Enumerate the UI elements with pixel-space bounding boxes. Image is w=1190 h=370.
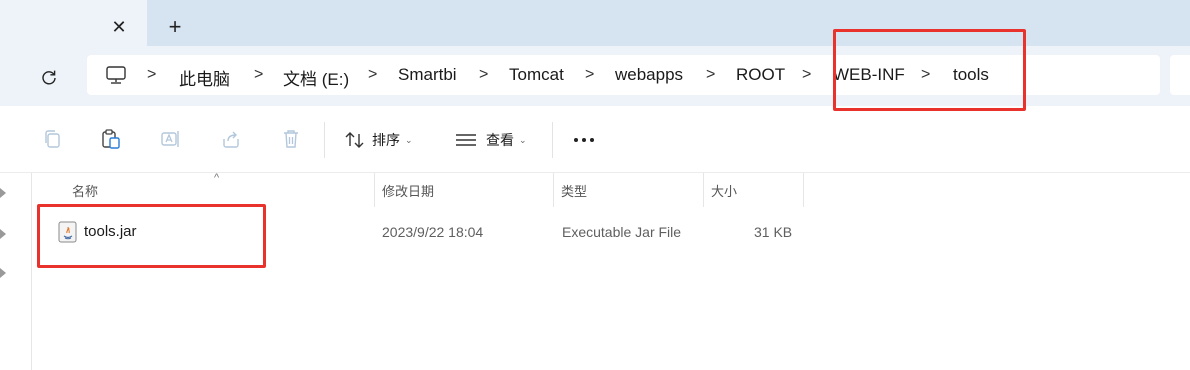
breadcrumb-web-inf[interactable]: WEB-INF bbox=[833, 65, 905, 85]
column-header-label: 类型 bbox=[561, 183, 588, 199]
column-header-label: 名称 bbox=[72, 183, 99, 199]
breadcrumb-smartbi[interactable]: Smartbi bbox=[398, 65, 457, 85]
delete-icon[interactable] bbox=[279, 127, 303, 151]
breadcrumb-separator[interactable]: > bbox=[706, 66, 715, 84]
breadcrumb-tools[interactable]: tools bbox=[953, 65, 989, 85]
view-icon bbox=[456, 134, 476, 146]
breadcrumb-separator[interactable]: > bbox=[921, 66, 930, 84]
refresh-button[interactable] bbox=[34, 62, 64, 92]
expand-chevron-icon[interactable] bbox=[0, 228, 10, 240]
breadcrumb-separator[interactable]: > bbox=[147, 66, 156, 84]
toolbar-divider bbox=[552, 122, 553, 158]
refresh-icon bbox=[42, 70, 56, 85]
expand-chevron-icon[interactable] bbox=[0, 267, 10, 279]
breadcrumb-separator[interactable]: > bbox=[585, 66, 594, 84]
file-modified-date: 2023/9/22 18:04 bbox=[382, 224, 484, 240]
more-icon bbox=[574, 138, 594, 142]
navigation-pane bbox=[0, 173, 32, 370]
java-jar-file-icon bbox=[58, 221, 77, 243]
sort-label: 排序 bbox=[372, 132, 400, 148]
chevron-down-icon: ⌄ bbox=[519, 134, 527, 145]
plus-icon: + bbox=[168, 14, 182, 39]
sort-menu-button[interactable]: 排序 ⌄ bbox=[344, 126, 413, 154]
address-bar[interactable]: > 此电脑 > 文档 (E:) > Smartbi > Tomcat > web… bbox=[87, 55, 1160, 95]
sort-icon bbox=[345, 132, 364, 148]
breadcrumb-separator[interactable]: > bbox=[254, 66, 263, 84]
view-label: 查看 bbox=[486, 132, 514, 148]
sort-ascending-icon: ^ bbox=[214, 172, 220, 184]
breadcrumb-this-pc[interactable]: 此电脑 bbox=[179, 65, 230, 90]
navigation-row: > 此电脑 > 文档 (E:) > Smartbi > Tomcat > web… bbox=[0, 46, 1190, 106]
file-name[interactable]: tools.jar bbox=[84, 223, 137, 240]
column-header-label: 大小 bbox=[711, 183, 738, 199]
breadcrumb-webapps[interactable]: webapps bbox=[615, 65, 683, 85]
toolbar-divider bbox=[324, 122, 325, 158]
chevron-down-icon: ⌄ bbox=[405, 134, 413, 145]
tab-strip: ✕ + bbox=[0, 0, 1190, 52]
column-header-label: 修改日期 bbox=[382, 183, 435, 199]
expand-chevron-icon[interactable] bbox=[0, 187, 10, 199]
file-size: 31 KB bbox=[754, 224, 793, 240]
file-type: Executable Jar File bbox=[562, 224, 682, 240]
view-menu-button[interactable]: 查看 ⌄ bbox=[455, 126, 527, 154]
file-explorer-window: ✕ + > 此电脑 > 文档 (E:) > Smartbi > Tomcat >… bbox=[0, 0, 1190, 370]
breadcrumb-tomcat[interactable]: Tomcat bbox=[509, 65, 564, 85]
share-icon[interactable] bbox=[219, 127, 243, 151]
column-header-modified[interactable]: 修改日期 bbox=[375, 173, 554, 207]
new-tab-button[interactable]: + bbox=[161, 13, 189, 41]
column-header-name[interactable]: 名称 bbox=[36, 173, 375, 207]
search-box[interactable] bbox=[1170, 55, 1190, 95]
breadcrumb-separator[interactable]: > bbox=[479, 66, 488, 84]
active-tab[interactable]: ✕ bbox=[0, 0, 147, 46]
column-header-size[interactable]: 大小 bbox=[704, 173, 804, 207]
paste-icon[interactable] bbox=[99, 127, 123, 151]
breadcrumb-root[interactable]: ROOT bbox=[736, 65, 785, 85]
more-options-button[interactable] bbox=[571, 126, 597, 154]
column-header-type[interactable]: 类型 bbox=[554, 173, 704, 207]
close-icon: ✕ bbox=[111, 16, 127, 37]
breadcrumb-drive-e[interactable]: 文档 (E:) bbox=[283, 65, 349, 90]
breadcrumb-separator[interactable]: > bbox=[368, 66, 377, 84]
this-pc-icon[interactable] bbox=[105, 65, 127, 85]
breadcrumb-separator[interactable]: > bbox=[802, 66, 811, 84]
close-tab-button[interactable]: ✕ bbox=[106, 14, 132, 40]
copy-icon[interactable] bbox=[40, 127, 64, 151]
rename-icon[interactable] bbox=[159, 127, 183, 151]
command-bar: 排序 ⌄ 查看 ⌄ bbox=[0, 106, 1190, 173]
